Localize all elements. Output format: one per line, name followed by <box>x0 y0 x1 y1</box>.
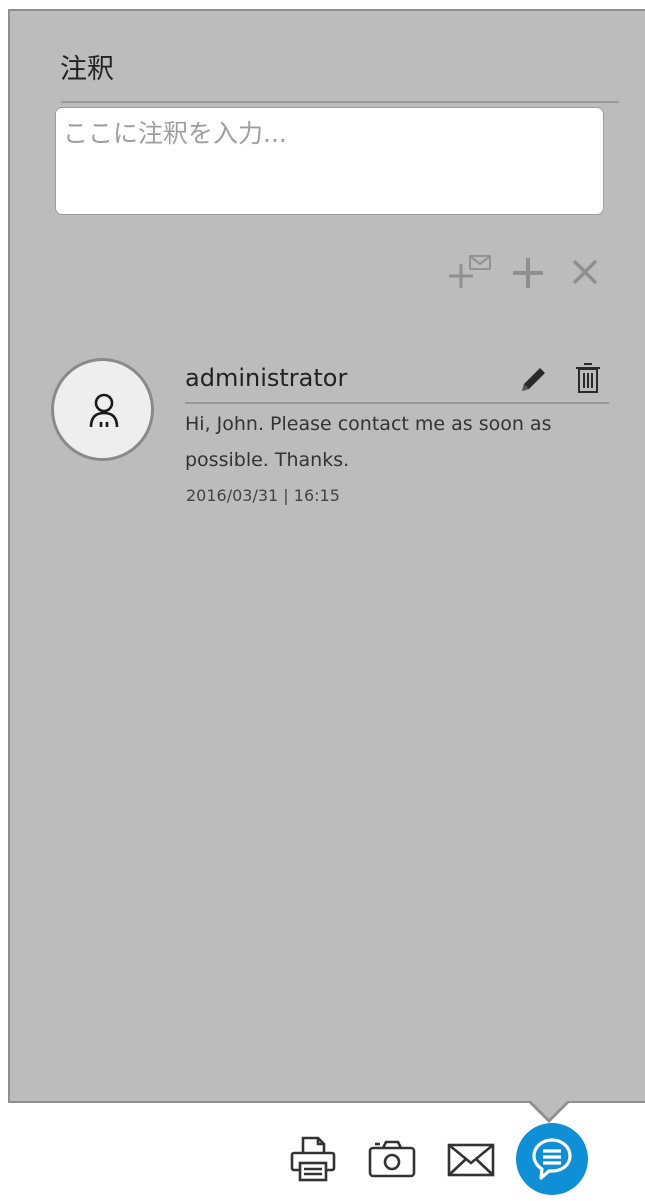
annotation-divider <box>185 402 609 404</box>
envelope-icon <box>447 1143 495 1177</box>
camera-icon <box>368 1140 416 1178</box>
clear-button[interactable] <box>571 258 599 286</box>
avatar <box>51 358 154 461</box>
close-icon <box>572 259 598 285</box>
panel-pointer <box>531 1101 567 1119</box>
add-and-email-button[interactable] <box>446 253 494 291</box>
annotation-timestamp: 2016/03/31 | 16:15 <box>186 486 340 505</box>
speech-bubble-icon <box>532 1138 572 1180</box>
plus-icon <box>513 258 543 288</box>
annotation-input[interactable] <box>55 107 604 215</box>
pencil-icon <box>522 368 545 391</box>
add-button[interactable] <box>511 256 545 290</box>
snapshot-button[interactable] <box>367 1139 417 1179</box>
user-icon <box>89 393 119 428</box>
print-button[interactable] <box>288 1135 338 1183</box>
edit-annotation-button[interactable] <box>518 363 550 395</box>
annotations-button[interactable] <box>516 1123 588 1195</box>
annotation-author: administrator <box>185 364 348 392</box>
annotation-message: Hi, John. Please contact me as soon as p… <box>185 413 552 471</box>
title-divider <box>61 101 619 103</box>
plus-envelope-icon <box>449 255 491 288</box>
email-button[interactable] <box>446 1142 496 1178</box>
panel-title: 注釈 <box>60 54 114 85</box>
trash-icon <box>576 363 600 393</box>
printer-icon <box>290 1136 336 1182</box>
delete-annotation-button[interactable] <box>573 362 603 394</box>
